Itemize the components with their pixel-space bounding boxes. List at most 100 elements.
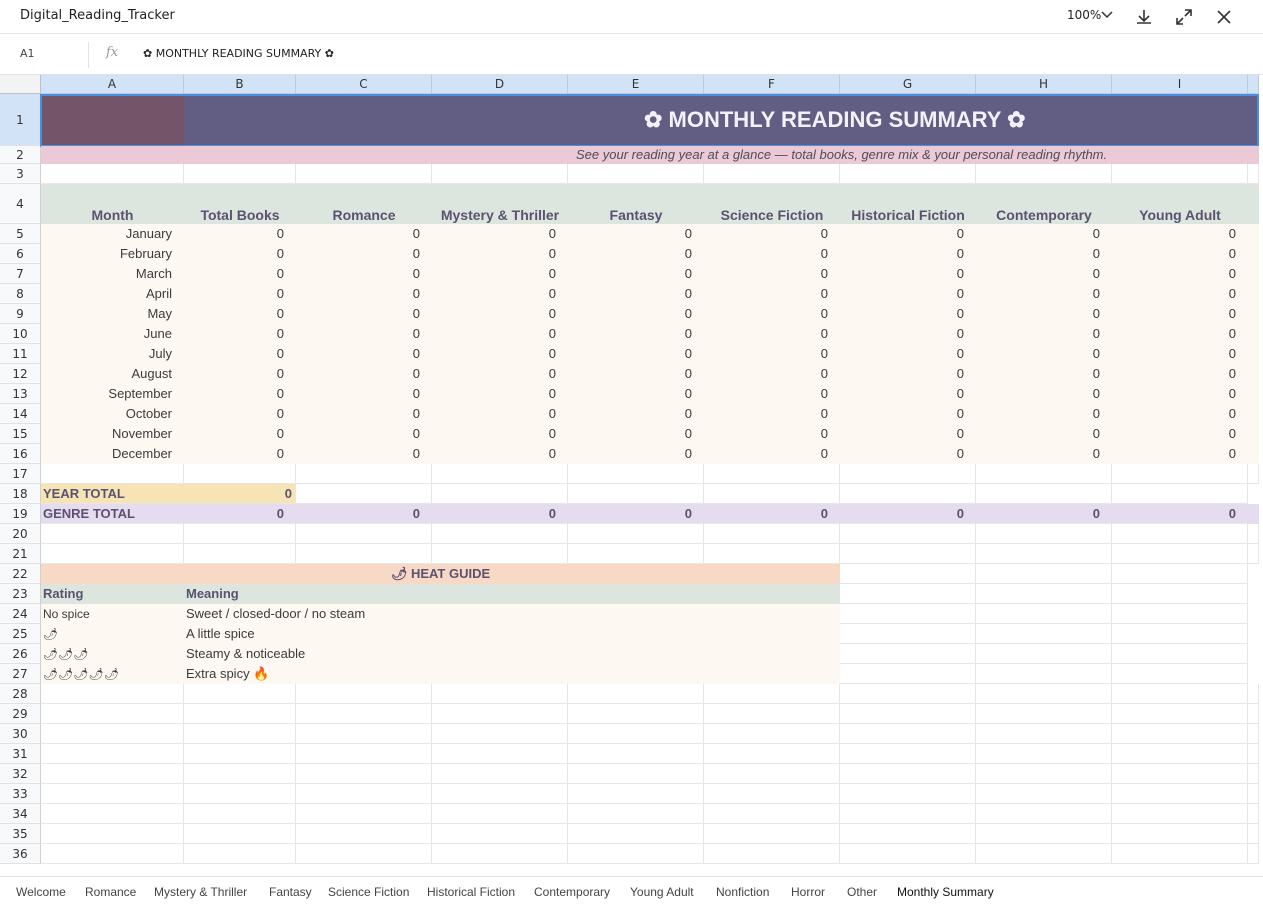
value-cell[interactable]: 0	[296, 284, 432, 304]
column-header-a[interactable]: A	[41, 75, 184, 94]
value-cell[interactable]: 0	[1112, 364, 1248, 384]
grid-cell[interactable]	[296, 684, 432, 704]
grid-cell[interactable]	[184, 704, 296, 724]
zoom-level[interactable]: 100%	[1067, 8, 1101, 22]
heat-rating-cell[interactable]: No spice	[41, 604, 184, 624]
grid-cell[interactable]	[840, 524, 976, 544]
heat-meaning-cell[interactable]: Sweet / closed-door / no steam	[184, 604, 840, 624]
grid-cell[interactable]	[296, 744, 432, 764]
value-cell[interactable]: 0	[840, 224, 976, 244]
grid-cell[interactable]	[184, 164, 296, 184]
value-cell[interactable]: 0	[296, 324, 432, 344]
row-header-25[interactable]: 25	[0, 624, 41, 644]
grid-cell[interactable]	[41, 164, 184, 184]
value-cell[interactable]: 0	[432, 384, 568, 404]
grid-cell[interactable]	[184, 824, 296, 844]
grid-cell[interactable]	[184, 724, 296, 744]
row-header-15[interactable]: 15	[0, 424, 41, 444]
month-cell[interactable]: March	[41, 264, 184, 284]
value-cell[interactable]: 0	[840, 404, 976, 424]
grid-cell[interactable]	[976, 464, 1112, 484]
value-cell[interactable]: 0	[568, 304, 704, 324]
value-cell[interactable]: 0	[296, 224, 432, 244]
value-cell[interactable]: 0	[1112, 384, 1248, 404]
grid-cell[interactable]	[976, 644, 1112, 664]
sheet-tab-monthly-summary[interactable]: Monthly Summary	[897, 885, 994, 899]
value-cell[interactable]: 0	[1112, 224, 1248, 244]
value-cell[interactable]: 0	[1112, 404, 1248, 424]
column-title-science-fiction[interactable]: Science Fiction	[704, 184, 840, 224]
grid-cell[interactable]	[568, 844, 704, 864]
spreadsheet-grid[interactable]: A B C D E F G H I 1 2 3 4 5 6 7 8 9 10 11 12 13 14 15 16 17 18 19 20…	[0, 75, 1259, 870]
value-cell[interactable]: 0	[704, 264, 840, 284]
grid-cell[interactable]	[840, 844, 976, 864]
month-cell[interactable]: December	[41, 444, 184, 464]
grid-cell[interactable]	[568, 544, 704, 564]
grid-cell[interactable]	[976, 764, 1112, 784]
heat-meaning-cell[interactable]: Extra spicy 🔥	[184, 664, 840, 684]
value-cell[interactable]: 0	[976, 324, 1112, 344]
grid-cell[interactable]	[704, 784, 840, 804]
value-cell[interactable]: 0	[296, 304, 432, 324]
column-title-contemporary[interactable]: Contemporary	[976, 184, 1112, 224]
row-header-9[interactable]: 9	[0, 304, 41, 324]
grid-cell[interactable]	[840, 484, 976, 504]
value-cell[interactable]: 0	[568, 424, 704, 444]
grid-cell[interactable]	[704, 704, 840, 724]
row-header-28[interactable]: 28	[0, 684, 41, 704]
grid-cell[interactable]	[1112, 464, 1248, 484]
row-header-8[interactable]: 8	[0, 284, 41, 304]
grid-cell[interactable]	[432, 804, 568, 824]
value-cell[interactable]: 0	[296, 264, 432, 284]
genre-total-value[interactable]: 0	[976, 504, 1112, 524]
expand-icon[interactable]	[1174, 7, 1194, 27]
grid-cell[interactable]	[1248, 464, 1259, 484]
value-cell[interactable]: 0	[840, 304, 976, 324]
value-cell[interactable]: 0	[840, 264, 976, 284]
row-header-1[interactable]: 1	[0, 94, 41, 146]
value-cell[interactable]: 0	[568, 264, 704, 284]
value-cell[interactable]: 0	[568, 324, 704, 344]
grid-cell[interactable]	[1112, 164, 1248, 184]
month-cell[interactable]: November	[41, 424, 184, 444]
grid-cell[interactable]	[432, 484, 568, 504]
grid-cell[interactable]	[840, 704, 976, 724]
value-cell[interactable]: 0	[840, 284, 976, 304]
value-cell[interactable]: 0	[568, 284, 704, 304]
value-cell[interactable]: 0	[296, 384, 432, 404]
value-cell[interactable]: 0	[704, 304, 840, 324]
column-header-e[interactable]: E	[568, 75, 704, 94]
column-header-c[interactable]: C	[296, 75, 432, 94]
year-total-value[interactable]: 0	[184, 484, 296, 504]
cell-reference[interactable]: A1	[20, 47, 35, 60]
grid-cell[interactable]	[568, 784, 704, 804]
value-cell[interactable]: 0	[976, 224, 1112, 244]
value-cell[interactable]: 0	[296, 444, 432, 464]
grid-cell[interactable]	[840, 804, 976, 824]
value-cell[interactable]: 0	[184, 404, 296, 424]
sheet-tab-welcome[interactable]: Welcome	[16, 885, 66, 899]
value-cell[interactable]: 0	[432, 324, 568, 344]
genre-total-value[interactable]: 0	[184, 504, 296, 524]
banner-title[interactable]: ✿ MONTHLY READING SUMMARY ✿	[184, 94, 1259, 146]
value-cell[interactable]: 0	[976, 284, 1112, 304]
grid-cell[interactable]	[296, 764, 432, 784]
formula-content[interactable]: ✿ MONTHLY READING SUMMARY ✿	[143, 47, 334, 60]
month-cell[interactable]: October	[41, 404, 184, 424]
grid-cell[interactable]	[184, 684, 296, 704]
grid-cell[interactable]	[1112, 684, 1248, 704]
value-cell[interactable]: 0	[568, 364, 704, 384]
genre-total-value[interactable]: 0	[840, 504, 976, 524]
row-header-30[interactable]: 30	[0, 724, 41, 744]
grid-cell[interactable]	[1112, 564, 1248, 584]
grid-cell[interactable]	[976, 544, 1112, 564]
grid-cell[interactable]	[840, 624, 976, 644]
heat-rating-cell[interactable]: 🌶🌶🌶	[41, 644, 184, 664]
row-header-2[interactable]: 2	[0, 146, 41, 164]
column-title-total-books[interactable]: Total Books	[184, 184, 296, 224]
grid-cell[interactable]	[704, 724, 840, 744]
value-cell[interactable]: 0	[184, 444, 296, 464]
grid-cell[interactable]	[184, 524, 296, 544]
grid-cell[interactable]	[976, 704, 1112, 724]
sheet-tab-young-adult[interactable]: Young Adult	[630, 885, 694, 899]
